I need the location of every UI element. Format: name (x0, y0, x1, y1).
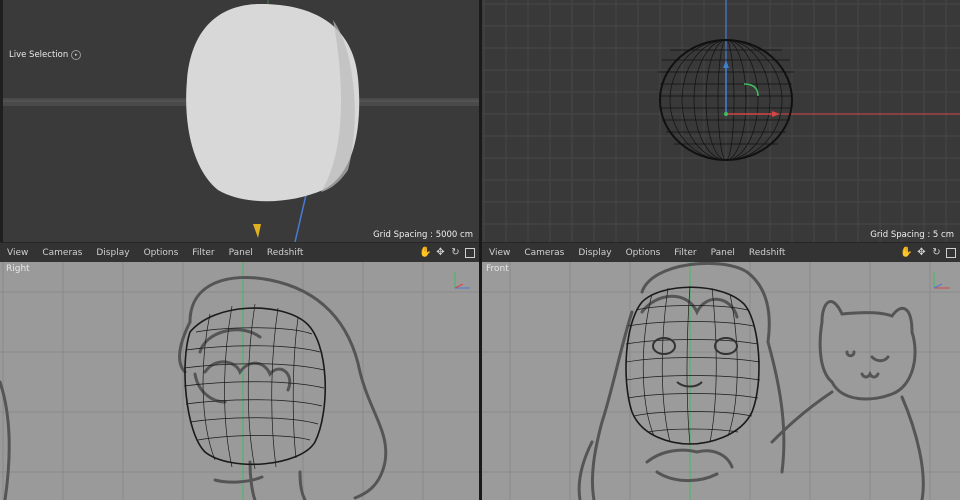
maximize-icon[interactable] (465, 248, 475, 258)
front-viewport[interactable]: Front (482, 262, 960, 500)
menu-panel[interactable]: Panel (222, 248, 260, 258)
hand-pan-icon[interactable]: ✋ (419, 248, 431, 259)
hand-pan-icon[interactable]: ✋ (900, 248, 912, 259)
tool-indicator: Live Selection ▸ (9, 50, 82, 60)
viewport-label-right: Right (6, 264, 30, 274)
perspective-scene (3, 0, 479, 242)
head-wireframe-side (183, 303, 327, 470)
viewport-label-front: Front (486, 264, 509, 274)
top-scene (482, 0, 960, 242)
perspective-viewport[interactable]: Live Selection ▸ Grid Spacing : 5000 cm (3, 0, 479, 242)
menu-display[interactable]: Display (571, 248, 618, 258)
menu-filter[interactable]: Filter (185, 248, 221, 258)
menu-filter[interactable]: Filter (667, 248, 703, 258)
menu-redshift[interactable]: Redshift (742, 248, 793, 258)
camera-marker-icon (253, 224, 261, 238)
grid-spacing-label-top: Grid Spacing : 5 cm (870, 230, 954, 240)
menu-display[interactable]: Display (89, 248, 136, 258)
axis-gizmo (454, 272, 470, 289)
menu-cameras[interactable]: Cameras (35, 248, 89, 258)
menu-redshift[interactable]: Redshift (260, 248, 311, 258)
grid-spacing-label: Grid Spacing : 5000 cm (373, 230, 473, 240)
tool-options-icon[interactable]: ▸ (71, 50, 82, 60)
head-wireframe-front (625, 285, 761, 445)
rotate-icon[interactable]: ↻ (450, 248, 461, 259)
move-arrows-icon[interactable]: ✥ (435, 248, 446, 259)
menu-view[interactable]: View (482, 248, 517, 258)
right-viewport-menubar: View Cameras Display Options Filter Pane… (0, 242, 479, 263)
face-sketch (652, 337, 738, 388)
front-viewport-menubar: View Cameras Display Options Filter Pane… (482, 242, 960, 263)
menu-panel[interactable]: Panel (704, 248, 742, 258)
reference-sketch-front (577, 262, 925, 500)
right-scene (0, 262, 479, 500)
reference-sketch-side (0, 276, 388, 500)
menu-view[interactable]: View (0, 248, 35, 258)
front-scene (482, 262, 960, 500)
rotate-icon[interactable]: ↻ (931, 248, 942, 259)
menu-cameras[interactable]: Cameras (517, 248, 571, 258)
move-arrows-icon[interactable]: ✥ (916, 248, 927, 259)
menu-options[interactable]: Options (619, 248, 668, 258)
menu-options[interactable]: Options (137, 248, 186, 258)
maximize-icon[interactable] (946, 248, 956, 258)
top-viewport[interactable]: Grid Spacing : 5 cm (482, 0, 960, 242)
axis-gizmo (933, 272, 950, 289)
right-viewport[interactable]: Right (0, 262, 479, 500)
